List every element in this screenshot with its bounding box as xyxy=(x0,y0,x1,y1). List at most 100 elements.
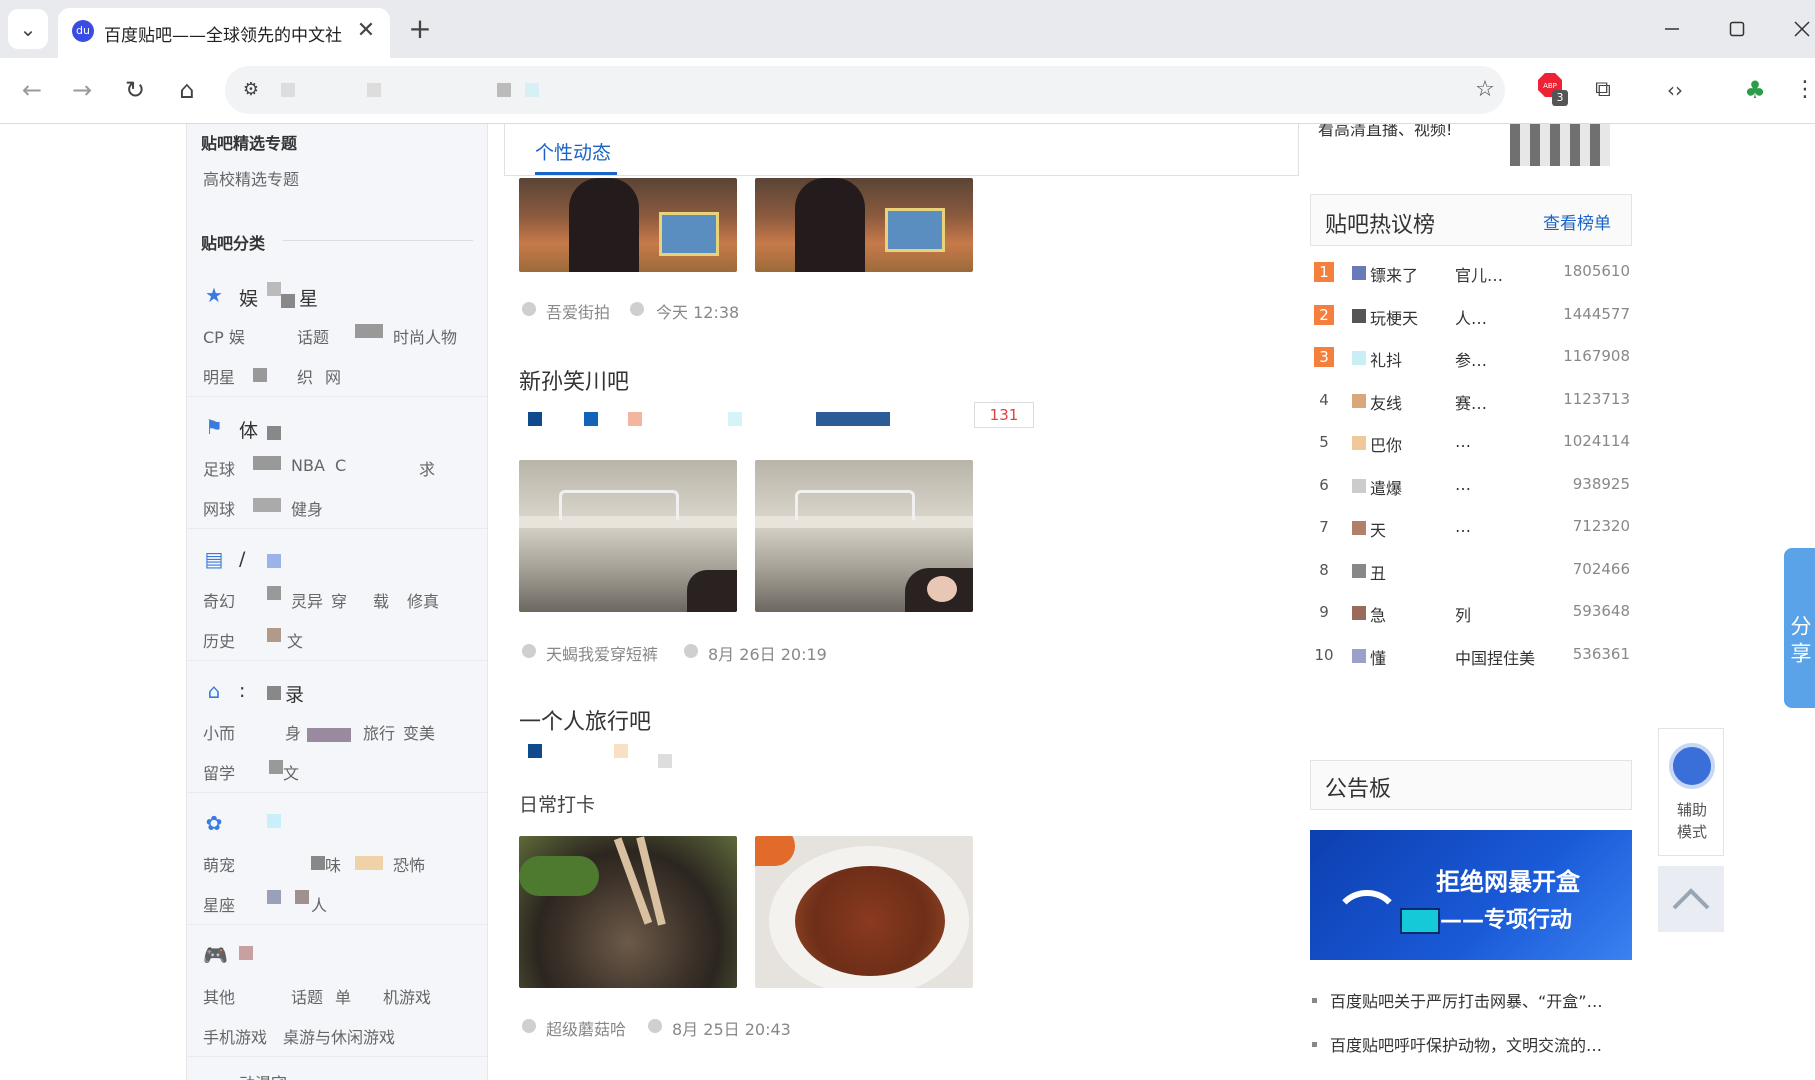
post-image[interactable] xyxy=(755,460,973,612)
hot-list-item[interactable]: 3 礼抖 参… 1167908 xyxy=(1310,345,1632,371)
site-settings-icon[interactable]: ⚙ xyxy=(231,70,271,110)
subcat-link[interactable]: 织 xyxy=(297,364,313,388)
subcat-link[interactable]: 单 xyxy=(335,984,351,1008)
back-to-top-button[interactable] xyxy=(1658,866,1724,932)
extensions-puzzle-icon[interactable]: ⧉ xyxy=(1583,70,1623,110)
hot-topic-title-suffix[interactable]: 人… xyxy=(1455,305,1535,329)
subcat-link[interactable]: 留学 xyxy=(203,760,235,784)
subcat-link[interactable]: 话题 xyxy=(291,984,323,1008)
hot-topic-title[interactable]: 丑 xyxy=(1370,560,1450,584)
post-image[interactable] xyxy=(519,460,737,612)
post-image[interactable] xyxy=(755,178,973,272)
post-author[interactable]: 天蝎我爱穿短裤 xyxy=(546,641,658,665)
subcat-link[interactable]: 足球 xyxy=(203,456,235,480)
hot-list-item[interactable]: 1 镖来了 官儿… 1805610 xyxy=(1310,260,1632,286)
category-title[interactable]: 录 xyxy=(285,680,304,707)
post-image[interactable] xyxy=(755,836,973,988)
post-subtitle[interactable]: 日常打卡 xyxy=(519,790,595,817)
subcat-link[interactable]: 其他 xyxy=(203,984,235,1008)
category-title[interactable]: 娱 xyxy=(239,284,258,311)
subcat-link[interactable]: 小而 xyxy=(203,720,235,744)
hot-topic-title[interactable]: 友线 xyxy=(1370,390,1450,414)
post-image[interactable] xyxy=(519,836,737,988)
subcat-link[interactable]: 味 xyxy=(325,852,341,876)
subcat-link[interactable]: 历史 xyxy=(203,628,235,652)
hot-topic-title[interactable]: 懂 xyxy=(1370,645,1450,669)
profile-extension-icon[interactable]: ♣ xyxy=(1735,70,1775,110)
partial-category[interactable]: 动漫宅 xyxy=(239,1070,287,1080)
minimize-icon[interactable] xyxy=(1652,9,1692,49)
subcat-link[interactable]: 健身 xyxy=(291,496,323,520)
home-icon[interactable]: ⌂ xyxy=(167,70,207,110)
hot-list-item[interactable]: 9 急列 593648 xyxy=(1310,600,1632,626)
hot-topic-title-suffix[interactable]: 赛… xyxy=(1455,390,1535,414)
forum-title[interactable]: 一个人旅行吧 xyxy=(519,704,651,736)
hot-topic-title[interactable]: 急 xyxy=(1370,602,1450,626)
close-window-icon[interactable] xyxy=(1782,9,1815,49)
maximize-icon[interactable] xyxy=(1717,9,1757,49)
subcat-link[interactable]: 灵异 xyxy=(291,588,323,612)
subcat-link[interactable]: 穿 xyxy=(331,588,347,612)
promo-text[interactable]: 看高清直播、视频! xyxy=(1318,124,1452,140)
subcat-link[interactable]: 明星 xyxy=(203,364,235,388)
hot-topic-title-suffix[interactable]: 列 xyxy=(1455,602,1535,626)
featured-link[interactable]: 高校精选专题 xyxy=(203,166,299,190)
post-author[interactable]: 超级蘑菇哈 xyxy=(546,1016,626,1040)
subcat-link[interactable]: 时尚人物 xyxy=(393,324,457,348)
subcat-link[interactable]: 萌宠 xyxy=(203,852,235,876)
anti-cyberbullying-banner[interactable]: 拒绝网暴开盒 ——专项行动 xyxy=(1310,830,1632,960)
hot-topic-title[interactable]: 遣爆 xyxy=(1370,475,1450,499)
subcat-link[interactable]: 话题 xyxy=(297,324,329,348)
hot-topic-title[interactable]: 巴你 xyxy=(1370,432,1450,456)
category-title[interactable]: / xyxy=(239,548,245,570)
hot-topic-title[interactable]: 天 xyxy=(1370,517,1450,541)
bookmark-star-icon[interactable]: ☆ xyxy=(1465,70,1505,110)
forward-icon[interactable]: → xyxy=(62,70,102,110)
assist-mode-button[interactable]: 辅助 模式 xyxy=(1658,728,1724,856)
subcat-link[interactable]: NBA xyxy=(291,456,325,475)
subcat-link[interactable]: 桌游与休闲游戏 xyxy=(283,1024,395,1048)
tab-search-chevron-icon[interactable]: ⌄ xyxy=(8,9,48,49)
subcat-link[interactable]: 旅行 xyxy=(363,720,395,744)
subcat-link[interactable]: 修真 xyxy=(407,588,439,612)
subcat-link[interactable]: 网球 xyxy=(203,496,235,520)
hot-topic-title-suffix[interactable]: 官儿… xyxy=(1455,262,1535,286)
devtools-code-icon[interactable]: ‹› xyxy=(1655,70,1695,110)
post-image[interactable] xyxy=(519,178,737,272)
subcat-link[interactable]: 奇幻 xyxy=(203,588,235,612)
notice-link[interactable]: 百度贴吧关于严厉打击网暴、“开盒”… xyxy=(1330,988,1648,1012)
hot-topic-title-suffix[interactable]: … xyxy=(1455,517,1535,536)
post-author[interactable]: 吾爱街拍 xyxy=(546,299,610,323)
hot-list-item[interactable]: 8 丑 702466 xyxy=(1310,558,1632,584)
hot-topic-title-suffix[interactable]: … xyxy=(1455,432,1535,451)
subcat-link[interactable]: 手机游戏 xyxy=(203,1024,267,1048)
subcat-link[interactable]: 载 xyxy=(373,588,389,612)
category-title[interactable]: : xyxy=(239,680,245,702)
share-button[interactable]: 分享 xyxy=(1784,548,1815,708)
hot-list-item[interactable]: 10 懂中国捏住美… 536361 xyxy=(1310,643,1632,669)
hot-topic-title-suffix[interactable]: … xyxy=(1455,475,1535,494)
new-tab-button[interactable]: + xyxy=(400,9,440,49)
address-bar[interactable]: ⚙ ☆ xyxy=(225,66,1505,114)
category-title[interactable]: 体 xyxy=(239,416,258,443)
hot-topic-title-suffix[interactable]: 参… xyxy=(1455,347,1535,371)
tab-personal-feed[interactable]: 个性动态 xyxy=(535,138,611,165)
view-ranking-link[interactable]: 查看榜单 xyxy=(1543,209,1611,234)
subcat-link[interactable]: 星座 xyxy=(203,892,235,916)
hot-list-item[interactable]: 4 友线 赛… 1123713 xyxy=(1310,388,1632,414)
hot-topic-title[interactable]: 礼抖 xyxy=(1370,347,1450,371)
notice-link[interactable]: 百度贴吧呼吁保护动物，文明交流的… xyxy=(1330,1032,1648,1056)
subcat-link[interactable]: 人 xyxy=(311,892,327,916)
active-tab[interactable]: du 百度贴吧——全球领先的中文社 ✕ xyxy=(58,8,390,58)
qr-code-image[interactable] xyxy=(1510,124,1610,166)
subcat-link[interactable]: C xyxy=(335,456,346,475)
subcat-link[interactable]: 身 xyxy=(285,720,301,744)
subcat-link[interactable]: 文 xyxy=(287,628,303,652)
back-icon[interactable]: ← xyxy=(12,70,52,110)
reload-icon[interactable]: ↻ xyxy=(115,70,155,110)
hot-list-item[interactable]: 7 天 … 712320 xyxy=(1310,515,1632,541)
menu-kebab-icon[interactable]: ⋮ xyxy=(1785,70,1815,110)
hot-topic-title-suffix[interactable]: 中国捏住美… xyxy=(1455,645,1535,669)
subcat-link[interactable]: 求 xyxy=(419,456,435,480)
subcat-link[interactable]: 恐怖 xyxy=(393,852,425,876)
